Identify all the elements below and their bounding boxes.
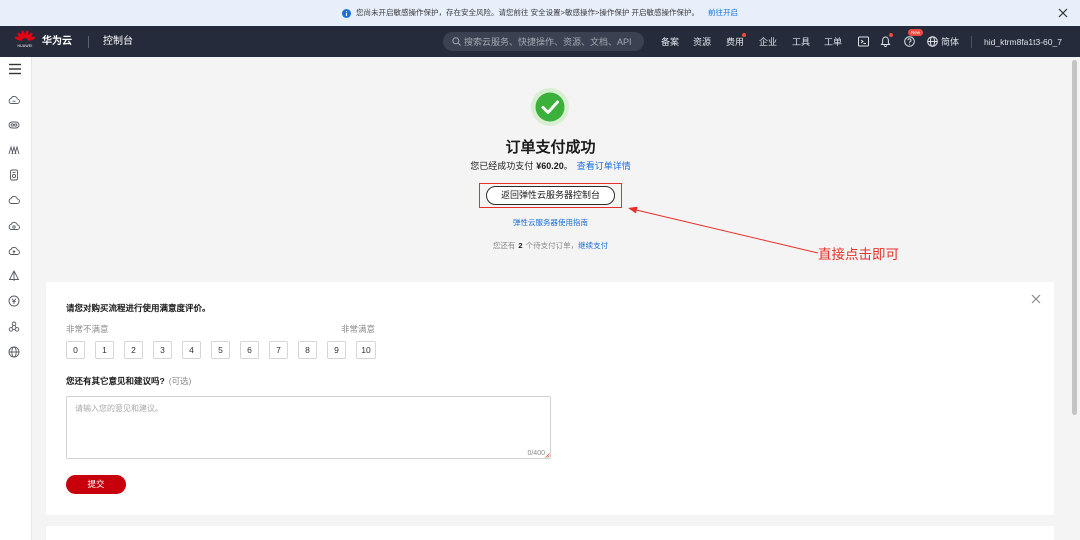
deploy-icon[interactable] (8, 270, 20, 282)
menu-icon[interactable] (8, 63, 22, 75)
search-icon (452, 37, 461, 46)
comment-label: 您还有其它意见和建议吗? (可选) (66, 375, 191, 387)
comment-label-text: 您还有其它意见和建议吗? (66, 376, 165, 386)
cloud-server-icon[interactable] (8, 94, 20, 106)
paid-prefix: 您已经成功支付 (470, 161, 534, 171)
pending-suffix: 个待支付订单， (525, 241, 579, 250)
score-option-7[interactable]: 7 (269, 341, 288, 359)
score-high-label: 非常满意 (341, 324, 376, 334)
cloud-database-icon[interactable] (8, 119, 20, 131)
cluster-icon[interactable] (8, 144, 20, 156)
continue-payment-link[interactable]: 继续支付 (578, 241, 608, 250)
global-search[interactable] (443, 32, 644, 51)
score-option-9[interactable]: 9 (327, 341, 346, 359)
score-option-8[interactable]: 8 (298, 341, 317, 359)
huawei-logo-icon[interactable] (15, 30, 35, 44)
payment-summary: 您已经成功支付 ¥60.20。 查看订单详情 (33, 160, 1068, 172)
score-option-10[interactable]: 10 (356, 341, 376, 359)
resize-handle-icon[interactable] (545, 453, 550, 458)
pending-orders-text: 您还有 2 个待支付订单，继续支付 (33, 241, 1068, 251)
page-scrollbar-thumb[interactable] (1072, 60, 1077, 415)
brand-name[interactable]: 华为云 (42, 36, 72, 48)
nav-billing[interactable]: 费用 (726, 36, 744, 48)
enable-protection-link[interactable]: 前往开启 (708, 8, 738, 18)
terminal-icon[interactable] (858, 36, 869, 47)
pending-count: 2 (518, 241, 523, 250)
header-divider (88, 36, 89, 48)
character-counter: 0/400 (527, 450, 545, 457)
network-nodes-icon[interactable] (8, 321, 20, 333)
score-option-2[interactable]: 2 (124, 341, 143, 359)
notice-text: 您尚未开启敏感操作保护，存在安全风险。请您前往 安全设置>敏感操作>操作保护 开… (356, 8, 699, 17)
view-order-details-link[interactable]: 查看订单详情 (577, 161, 631, 171)
annotation-text: 直接点击即可 (818, 247, 899, 262)
paid-suffix: 。 (563, 161, 573, 171)
score-option-3[interactable]: 3 (153, 341, 172, 359)
page-title: 订单支付成功 (505, 139, 596, 156)
next-section-card (46, 526, 1054, 540)
score-option-5[interactable]: 5 (211, 341, 230, 359)
console-link[interactable]: 控制台 (103, 36, 133, 48)
nav-tickets[interactable]: 工单 (824, 36, 842, 48)
cloud-upload-icon[interactable] (8, 245, 20, 257)
optional-label: (可选) (168, 376, 192, 386)
score-option-6[interactable]: 6 (240, 341, 259, 359)
new-badge: New (908, 29, 923, 36)
security-notice-bar: 您尚未开启敏感操作保护，存在安全风险。请您前往 安全设置>敏感操作>操作保护 开… (0, 0, 1080, 26)
search-input[interactable] (464, 32, 640, 51)
user-account[interactable]: hid_ktrm8fa1t3-60_7 (984, 36, 1062, 48)
score-option-1[interactable]: 1 (95, 341, 114, 359)
comment-textarea[interactable] (66, 396, 551, 459)
paid-amount: ¥60.20 (536, 161, 564, 171)
cloud-settings-icon[interactable] (8, 220, 20, 232)
submit-button[interactable]: 提交 (66, 475, 126, 494)
score-option-0[interactable]: 0 (66, 341, 85, 359)
cloud-icon[interactable] (8, 194, 20, 206)
survey-question: 请您对购买流程进行使用满意度评价。 (66, 303, 211, 313)
close-icon[interactable] (1031, 294, 1041, 304)
left-sidebar (0, 57, 32, 540)
success-check-icon (531, 88, 569, 126)
bell-icon[interactable] (880, 36, 891, 47)
close-icon[interactable] (1058, 8, 1068, 18)
guide-row: 弹性云服务器使用指南 (33, 218, 1068, 228)
notification-dot (889, 33, 893, 37)
satisfaction-survey-card: 请您对购买流程进行使用满意度评价。 非常不满意 非常满意 0 1 2 3 4 5… (46, 282, 1054, 515)
score-option-4[interactable]: 4 (182, 341, 201, 359)
nav-tools[interactable]: 工具 (792, 36, 810, 48)
help-icon[interactable] (904, 36, 915, 47)
ecs-guide-link[interactable]: 弹性云服务器使用指南 (513, 218, 588, 227)
globe-icon[interactable] (927, 36, 938, 47)
info-icon (342, 8, 352, 18)
nav-filing[interactable]: 备案 (661, 36, 679, 48)
score-low-label: 非常不满意 (66, 324, 109, 334)
back-to-ecs-console-button[interactable]: 返回弹性云服务器控制台 (486, 186, 615, 205)
billing-icon[interactable] (8, 295, 20, 307)
nav-enterprise[interactable]: 企业 (759, 36, 777, 48)
language-switch[interactable]: 简体 (941, 36, 959, 48)
billing-notification-dot (742, 33, 746, 37)
storage-icon[interactable] (8, 169, 20, 181)
logo-wordmark: HUAWEI (17, 44, 33, 48)
header-separator (971, 36, 972, 48)
globe-icon[interactable] (8, 346, 20, 358)
nav-resources[interactable]: 资源 (693, 36, 711, 48)
top-header: HUAWEI 华为云 控制台 备案 资源 费用 企业 工具 工单 New 简体 … (0, 26, 1080, 57)
pending-prefix: 您还有 (492, 241, 516, 250)
